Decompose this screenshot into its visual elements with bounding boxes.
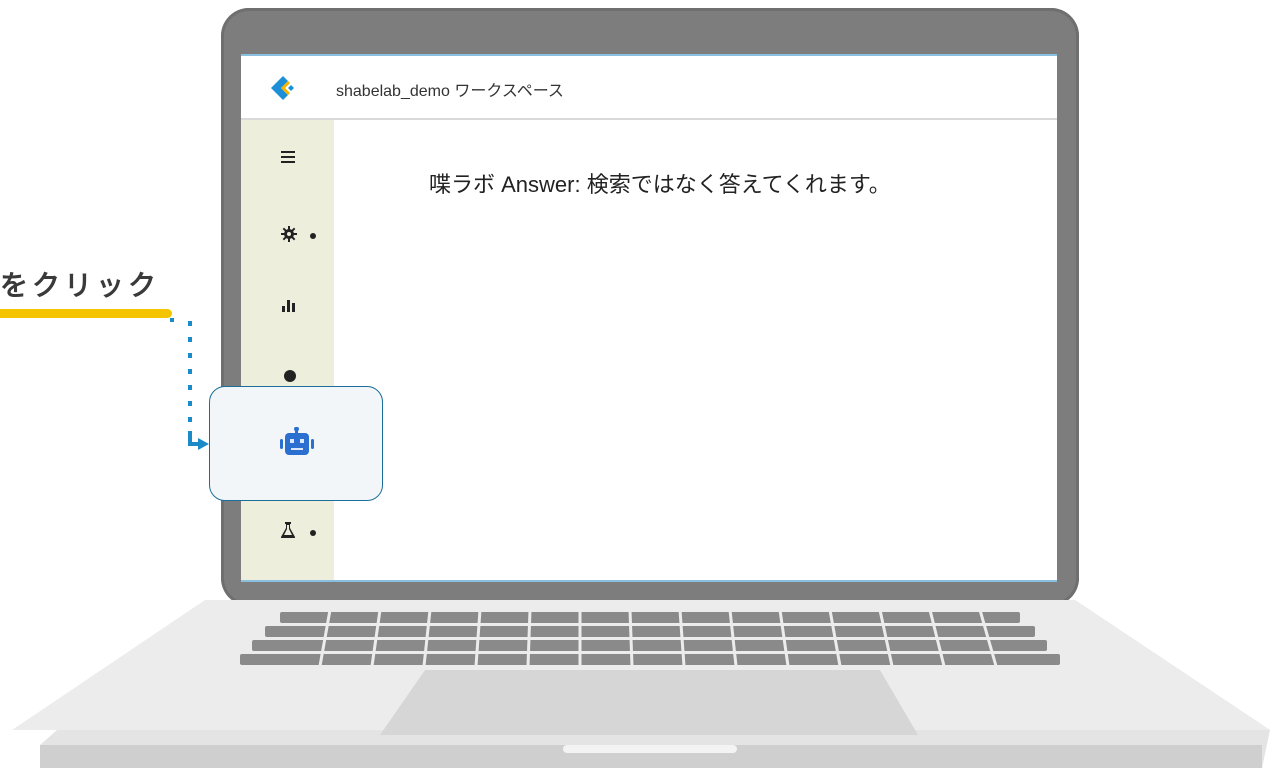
answer-headline: 喋ラボ Answer: 検索ではなく答えてくれます。: [429, 172, 891, 197]
laptop-base: [12, 600, 1270, 768]
flask-icon[interactable]: [281, 522, 295, 538]
robot-icon[interactable]: [279, 427, 315, 461]
highlighted-bot-menu-item[interactable]: [209, 386, 383, 501]
settings-indicator-dot: [310, 233, 316, 239]
workspace-header: shabelab_demo ワークスペース: [241, 56, 1057, 120]
bar-chart-icon[interactable]: [282, 298, 296, 312]
click-instruction-label: をクリック: [0, 269, 161, 302]
lab-indicator-dot: [310, 530, 316, 536]
app-logo-icon[interactable]: [271, 76, 297, 100]
trackpad: [380, 670, 918, 735]
sidebar: [241, 120, 334, 580]
hamburger-menu-icon[interactable]: [281, 151, 295, 163]
gear-icon[interactable]: [281, 226, 297, 242]
app-screen: shabelab_demo ワークスペース 喋ラボ Answer: 検索ではなく…: [241, 54, 1057, 582]
lightbulb-icon[interactable]: [283, 370, 297, 384]
dotted-connector-arrow: [170, 318, 209, 450]
callout-underline: [0, 309, 172, 318]
workspace-title: shabelab_demo ワークスペース: [336, 83, 564, 100]
